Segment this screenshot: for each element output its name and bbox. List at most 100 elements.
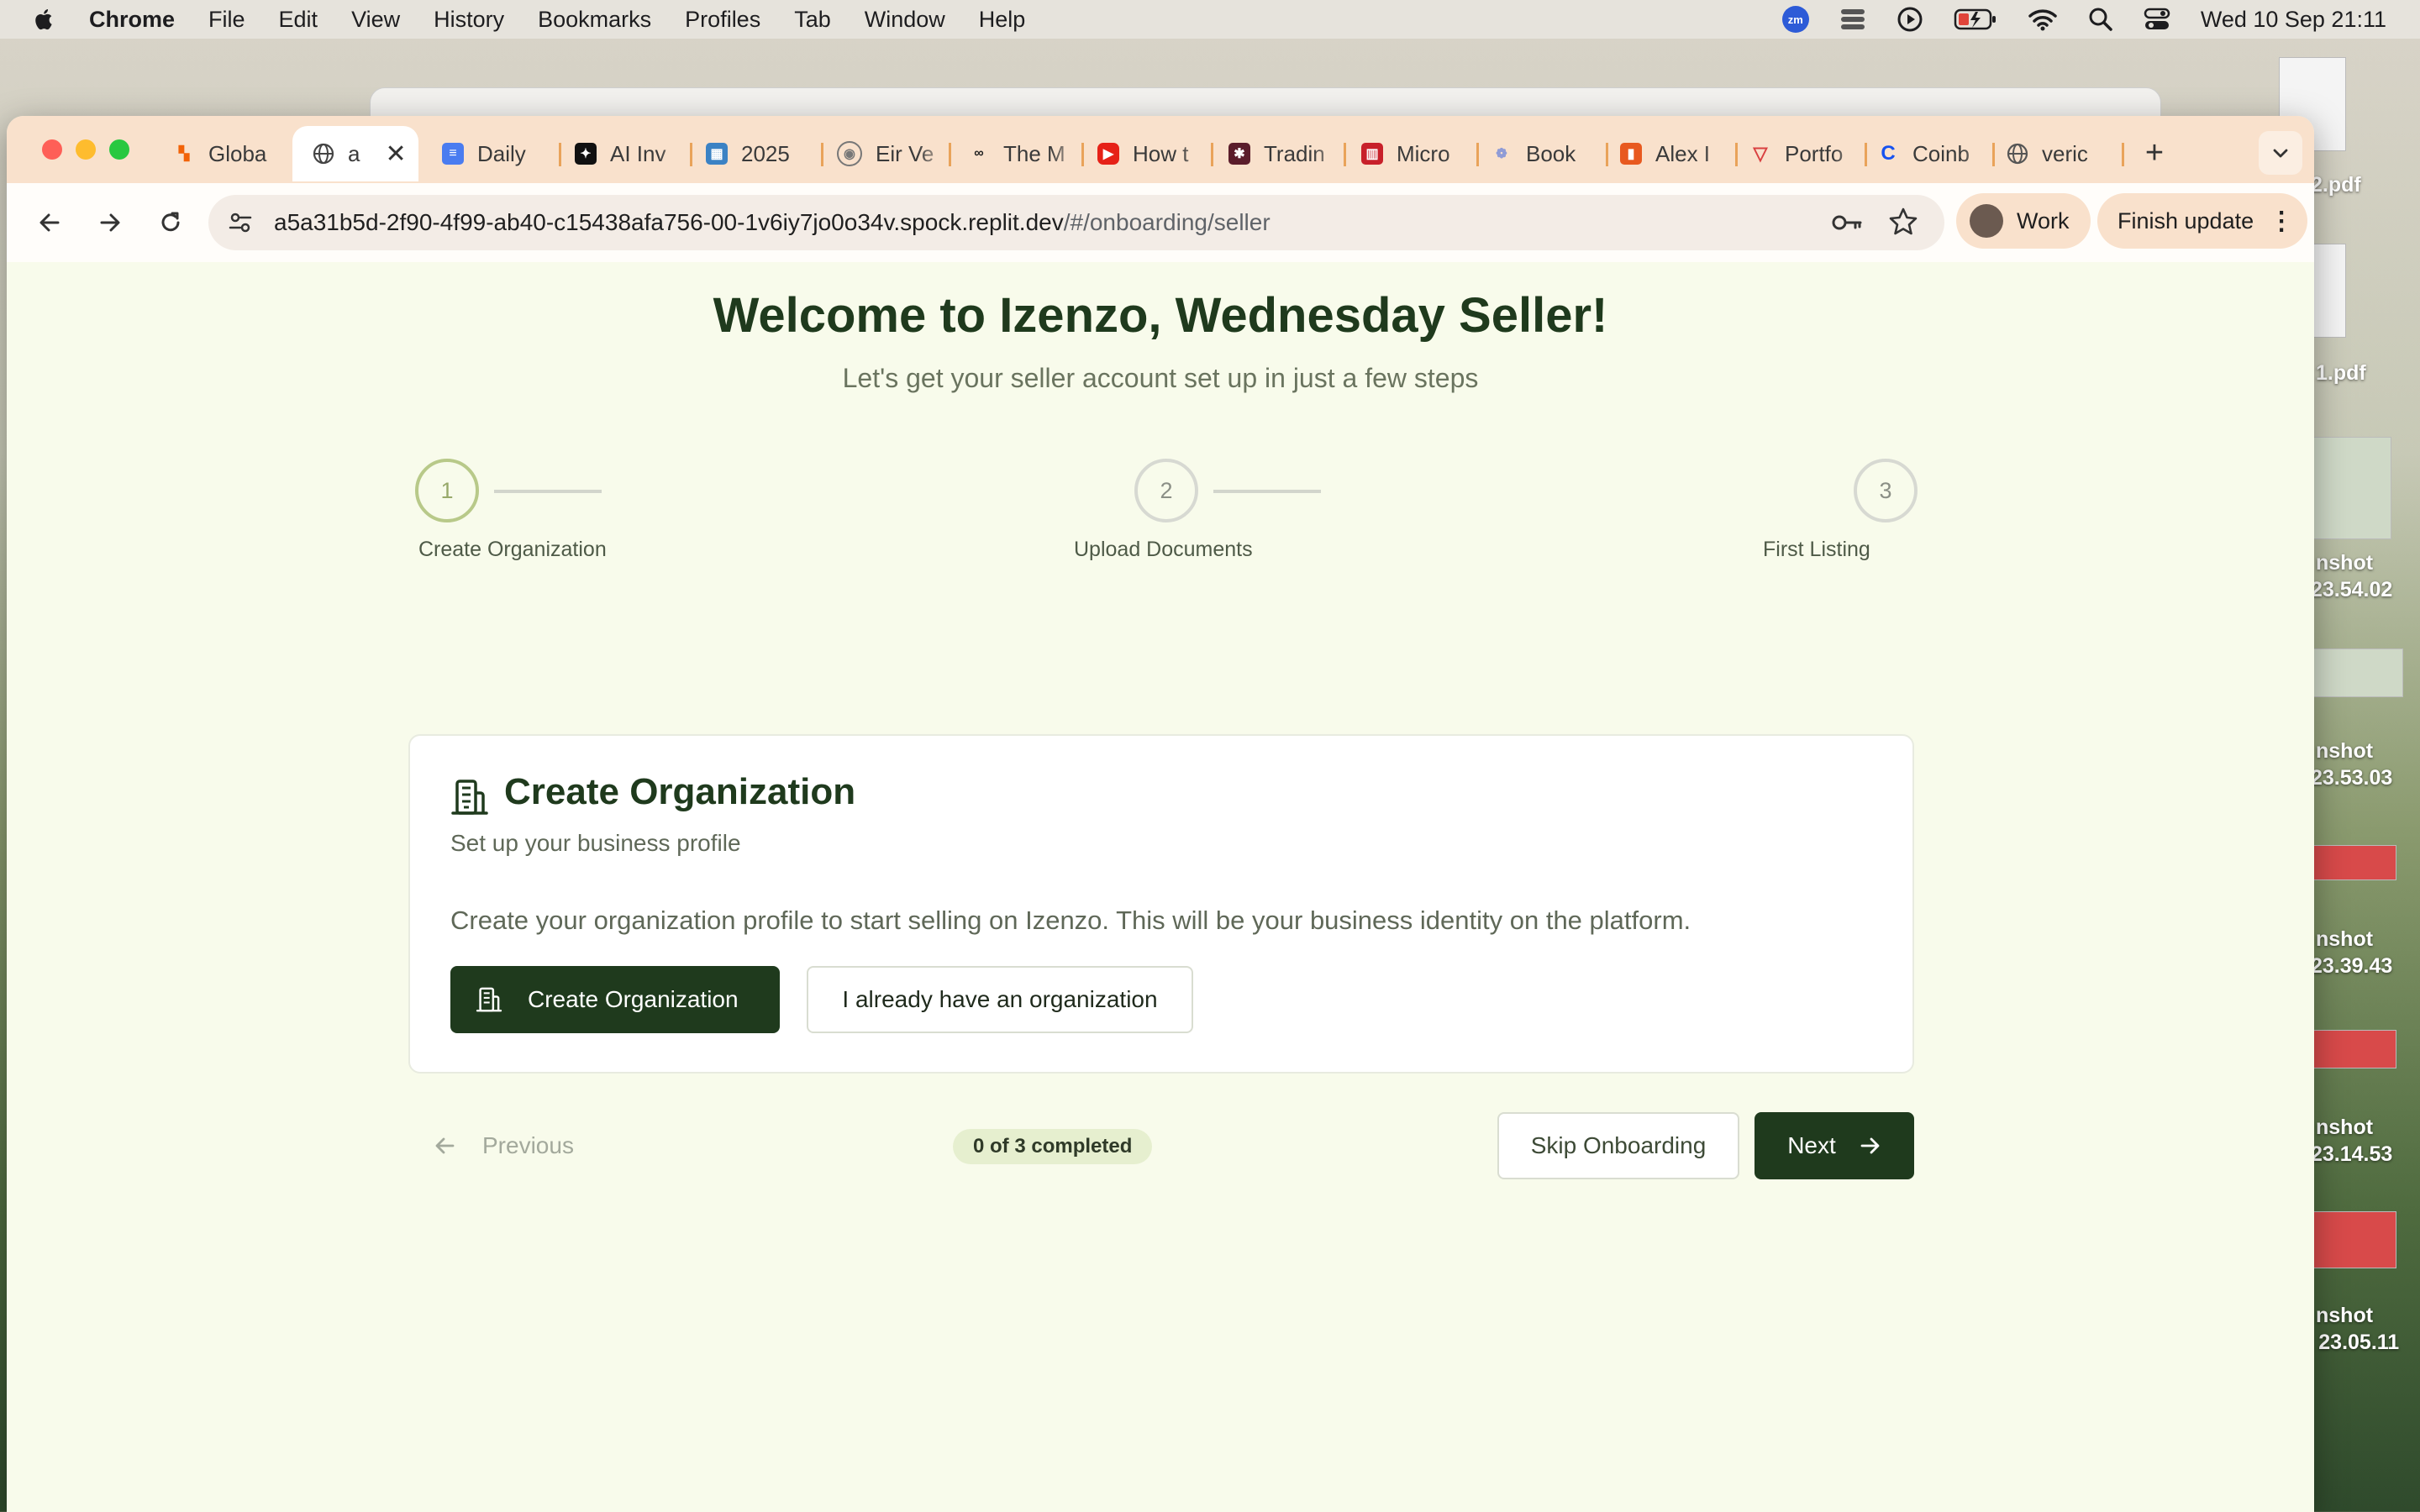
finish-update-button[interactable]: Finish update ⋮ (2097, 193, 2307, 249)
previous-button[interactable]: Previous (434, 1112, 574, 1179)
card-title: Create Organization (504, 771, 856, 812)
desktop-file-thumbnail[interactable] (2311, 1211, 2396, 1268)
zoom-status-icon[interactable]: zm (1781, 6, 1809, 33)
menu-edit[interactable]: Edit (279, 7, 318, 33)
step-2-circle[interactable]: 2 (1134, 459, 1198, 522)
window-zoom-button[interactable] (109, 139, 129, 160)
back-arrow-icon[interactable] (30, 203, 69, 242)
globe-icon (313, 143, 334, 165)
tab-veric[interactable]: veric (2007, 126, 2124, 181)
desktop-file-label[interactable]: nshot (2316, 927, 2420, 952)
window-minimize-button[interactable] (76, 139, 96, 160)
step-3-circle[interactable]: 3 (1854, 459, 1918, 522)
tab-title: Globa (208, 140, 267, 166)
close-tab-icon[interactable]: ✕ (385, 139, 406, 169)
battery-charging-icon[interactable] (1954, 8, 1997, 31)
create-organization-button[interactable]: Create Organization (450, 966, 780, 1033)
desktop-file-thumbnail[interactable] (2302, 648, 2403, 697)
window-close-button[interactable] (42, 139, 62, 160)
menu-file[interactable]: File (208, 7, 245, 33)
menu-view[interactable]: View (351, 7, 400, 33)
tab-tradin[interactable]: ✱ Tradin (1228, 126, 1346, 181)
desktop-file-label[interactable]: 2.pdf (2311, 173, 2420, 197)
play-circle-icon[interactable] (1897, 6, 1923, 33)
tab-title: AI Inv (610, 140, 666, 166)
desktop-file-sublabel: 23.39.43 (2311, 954, 2393, 978)
coin-icon: ◉ (837, 141, 862, 166)
replit-icon: ▚ (178, 147, 190, 161)
tab-portfo[interactable]: ▽ Portfo (1749, 126, 1867, 181)
address-bar[interactable]: a5a31b5d-2f90-4f99-ab40-c15438afa756-00-… (208, 195, 1944, 250)
skip-onboarding-button[interactable]: Skip Onboarding (1497, 1112, 1739, 1179)
spotlight-search-icon[interactable] (2088, 7, 2113, 32)
tab-2025[interactable]: ▦ 2025 (706, 126, 823, 181)
more-vertical-icon[interactable]: ⋮ (2269, 207, 2294, 236)
desktop-file-sublabel: 23.14.53 (2311, 1142, 2393, 1166)
circles-icon: ❁ (1496, 147, 1507, 161)
tab-micro[interactable]: ▥ Micro (1361, 126, 1479, 181)
reload-icon[interactable] (151, 203, 190, 242)
menu-help[interactable]: Help (979, 7, 1026, 33)
docs-icon: ≡ (442, 143, 464, 165)
menu-app-chrome[interactable]: Chrome (89, 7, 175, 33)
step-1-label: Create Organization (418, 538, 607, 561)
desktop-file-label[interactable]: 1.pdf (2316, 361, 2420, 386)
control-center-icon[interactable] (2144, 7, 2170, 32)
menu-history[interactable]: History (434, 7, 504, 33)
profile-chip[interactable]: Work (1956, 193, 2091, 249)
tab-daily[interactable]: ≡ Daily (442, 126, 561, 181)
menu-profiles[interactable]: Profiles (685, 7, 760, 33)
next-button[interactable]: Next (1754, 1112, 1914, 1179)
menubar-clock[interactable]: Wed 10 Sep 21:11 (2201, 7, 2386, 33)
macos-menu-bar: Chrome File Edit View History Bookmarks … (0, 0, 2420, 39)
tab-eir-ve[interactable]: ◉ Eir Ve (837, 126, 951, 181)
tab-book[interactable]: ❁ Book (1491, 126, 1608, 181)
site-settings-icon[interactable] (224, 206, 257, 239)
card-subtitle: Set up your business profile (450, 830, 741, 856)
finish-update-label: Finish update (2118, 207, 2254, 234)
apple-logo-icon[interactable] (32, 7, 57, 32)
desktop-file-sublabel: t 23.05.11 (2306, 1331, 2400, 1354)
forward-arrow-icon[interactable] (91, 203, 129, 242)
browser-toolbar: a5a31b5d-2f90-4f99-ab40-c15438afa756-00-… (7, 183, 2314, 263)
tab-current[interactable]: a ✕ (292, 126, 418, 181)
tab-ai-inv[interactable]: ✦ AI Inv (575, 126, 692, 181)
tab-globa[interactable]: ▚ Globa (173, 126, 297, 181)
sparkle-icon: ✦ (575, 143, 597, 165)
menu-tab[interactable]: Tab (794, 7, 831, 33)
existing-organization-button[interactable]: I already have an organization (807, 966, 1193, 1033)
glasses-icon: ∞ (974, 146, 984, 160)
desktop-file-label[interactable]: nshot (2316, 551, 2420, 575)
desktop-file-thumbnail[interactable] (2311, 845, 2396, 880)
globe-icon (2007, 143, 2028, 165)
desktop-file-label[interactable]: nshot (2316, 1304, 2420, 1328)
url-path: /#/onboarding/seller (1063, 209, 1270, 235)
desktop-file-label[interactable]: nshot (2316, 739, 2420, 764)
tab-how-t[interactable]: ▶ How t (1097, 126, 1213, 181)
wifi-icon[interactable] (2028, 8, 2058, 31)
desktop-file-thumbnail[interactable] (2311, 1030, 2396, 1068)
new-tab-plus-icon[interactable]: + (2133, 131, 2176, 175)
stack-icon[interactable] (1839, 7, 1866, 32)
onboarding-page: Welcome to Izenzo, Wednesday Seller! Let… (7, 262, 2314, 1512)
tab-strip: ▚ Globa a ✕ ≡ Daily ✦ AI Inv ▦ 2025 ◉ Ei… (7, 116, 2314, 183)
next-label: Next (1787, 1132, 1836, 1158)
url-text[interactable]: a5a31b5d-2f90-4f99-ab40-c15438afa756-00-… (274, 209, 1270, 236)
books-icon: ▥ (1361, 143, 1383, 165)
step-1-circle[interactable]: 1 (415, 459, 479, 522)
tab-coinb[interactable]: C Coinb (1877, 126, 1995, 181)
desktop-file-label[interactable]: nshot (2316, 1116, 2420, 1140)
progress-badge: 0 of 3 completed (953, 1129, 1153, 1164)
building-icon (476, 986, 502, 1013)
tab-alex[interactable]: ▮ Alex I (1620, 126, 1738, 181)
password-key-icon[interactable] (1830, 207, 1864, 243)
bookmark-star-icon[interactable] (1887, 206, 1919, 242)
tab-title: veric (2042, 140, 2088, 166)
tab-search-chevron-icon[interactable] (2259, 131, 2302, 175)
menu-window[interactable]: Window (865, 7, 945, 33)
menu-bookmarks[interactable]: Bookmarks (538, 7, 651, 33)
avatar (1970, 204, 2003, 238)
tab-the-m[interactable]: ∞ The M (968, 126, 1084, 181)
previous-label: Previous (482, 1132, 574, 1158)
tab-title: Book (1526, 140, 1576, 166)
